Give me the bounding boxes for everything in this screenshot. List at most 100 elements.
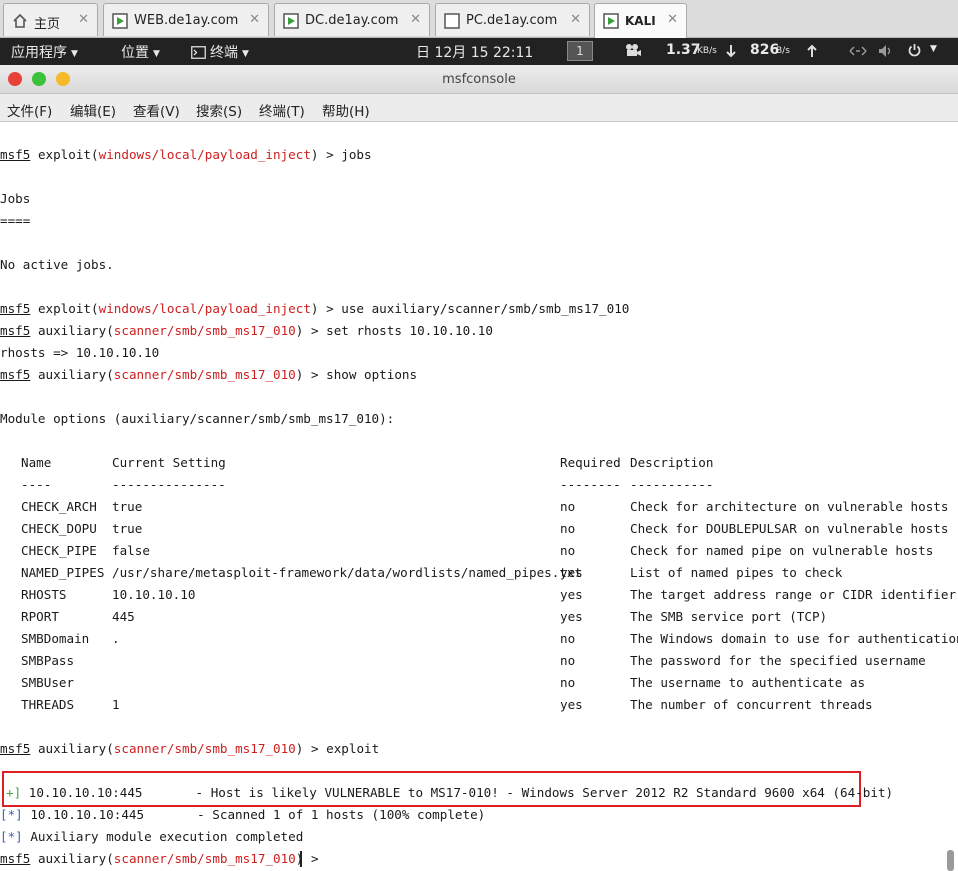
terminal-icon <box>191 46 206 59</box>
prompt-gt: > <box>303 323 327 338</box>
prompt-kind: auxiliary <box>37 851 107 866</box>
header-setting: Current Setting <box>112 455 226 470</box>
prompt-module: scanner/smb/smb_ms17_010 <box>113 741 296 756</box>
scrollbar-thumb[interactable] <box>947 850 954 871</box>
vm-tab-label: PC.de1ay.com <box>466 13 558 28</box>
menu-bar: 文件(F) 编辑(E) 查看(V) 搜索(S) 终端(T) 帮助(H) <box>0 94 958 122</box>
option-name: CHECK_DOPU <box>21 521 97 536</box>
command-text: show options <box>326 367 418 382</box>
header-description: Description <box>630 455 714 470</box>
vm-tab-home[interactable]: 主页 ✕ <box>3 3 98 36</box>
terminal-line: msf5 auxiliary(scanner/smb/smb_ms17_010)… <box>0 741 380 756</box>
home-icon <box>12 13 28 29</box>
workspace-indicator[interactable]: 1 <box>567 41 593 61</box>
vm-icon <box>444 13 460 29</box>
vm-tab-pc[interactable]: PC.de1ay.com ✕ <box>435 3 590 36</box>
prompt-kind: exploit <box>37 147 92 162</box>
option-description: List of named pipes to check <box>630 565 843 580</box>
module-options-heading: Module options (auxiliary/scanner/smb/sm… <box>0 411 395 426</box>
no-jobs-text: No active jobs. <box>0 257 114 272</box>
close-icon[interactable]: ✕ <box>570 12 581 27</box>
terminal-app-label: 终端 <box>210 45 238 61</box>
header-name: Name <box>21 455 52 470</box>
option-setting: true <box>112 521 143 536</box>
option-required: yes <box>560 609 583 624</box>
command-text: jobs <box>341 147 372 162</box>
result-vulnerable: +] 10.10.10.10:445 - Host is likely VULN… <box>6 783 893 803</box>
terminal-line: msf5 auxiliary(scanner/smb/smb_ms17_010)… <box>0 851 327 866</box>
option-required: yes <box>560 587 583 602</box>
close-icon[interactable]: ✕ <box>78 12 89 27</box>
option-description: Check for named pipe on vulnerable hosts <box>630 543 934 558</box>
camera-icon[interactable] <box>624 43 642 61</box>
power-icon[interactable] <box>907 43 922 62</box>
places-label: 位置 <box>121 45 149 61</box>
close-icon[interactable]: ✕ <box>249 12 260 27</box>
vm-tab-kali[interactable]: KALI ✕ <box>594 3 687 38</box>
result-scanned: [*] 10.10.10.10:445 - Scanned 1 of 1 hos… <box>0 805 485 825</box>
option-setting: . <box>112 631 120 646</box>
prompt-module: windows/local/payload_inject <box>98 301 311 316</box>
volume-icon[interactable] <box>878 44 894 62</box>
menu-file[interactable]: 文件(F) <box>7 100 52 120</box>
command-text: set rhosts 10.10.10.10 <box>326 323 493 338</box>
menu-help[interactable]: 帮助(H) <box>322 100 370 120</box>
prompt-msf: msf5 <box>0 741 31 756</box>
prompt-module: scanner/smb/smb_ms17_010 <box>113 323 296 338</box>
vm-tab-web[interactable]: WEB.de1ay.com ✕ <box>103 3 269 36</box>
rhosts-echo: rhosts => 10.10.10.10 <box>0 345 160 360</box>
rule-setting: --------------- <box>112 477 226 492</box>
prompt-msf: msf5 <box>0 323 31 338</box>
vm-tab-label: DC.de1ay.com <box>305 13 399 28</box>
menu-view[interactable]: 查看(V) <box>133 100 180 120</box>
prompt-kind: auxiliary <box>37 367 107 382</box>
menu-search[interactable]: 搜索(S) <box>196 100 242 120</box>
places-menu[interactable]: 位置 ▼ <box>121 42 160 62</box>
prompt-kind: auxiliary <box>37 741 107 756</box>
option-description: The target address range or CIDR identif… <box>630 587 957 602</box>
option-required: yes <box>560 697 583 712</box>
network-icon[interactable] <box>849 45 867 61</box>
menu-edit[interactable]: 编辑(E) <box>70 100 116 120</box>
window-titlebar[interactable]: msfconsole <box>0 65 958 94</box>
rule-required: -------- <box>560 477 621 492</box>
result-text: 10.10.10.10:445 - Scanned 1 of 1 hosts (… <box>22 807 486 822</box>
clock[interactable]: 日 12月 15 22:11 <box>416 42 533 62</box>
rule-name: ---- <box>21 477 52 492</box>
terminal-line: msf5 auxiliary(scanner/smb/smb_ms17_010)… <box>0 323 493 338</box>
prompt-kind: exploit <box>37 301 92 316</box>
menu-terminal[interactable]: 终端(T) <box>259 100 305 120</box>
net-up-value: 826 <box>750 42 780 58</box>
close-icon[interactable]: ✕ <box>410 12 421 27</box>
result-text: 10.10.10.10:445 - Host is likely VULNERA… <box>21 785 894 800</box>
terminal-app-menu[interactable]: 终端 ▼ <box>191 42 249 62</box>
option-name: NAMED_PIPES <box>21 565 105 580</box>
vm-tab-dc[interactable]: DC.de1ay.com ✕ <box>274 3 430 36</box>
applications-label: 应用程序 <box>11 45 67 61</box>
option-required: no <box>560 631 576 646</box>
command-text: use auxiliary/scanner/smb/smb_ms17_010 <box>341 301 630 316</box>
option-name: CHECK_PIPE <box>21 543 97 558</box>
terminal-line: msf5 exploit(windows/local/payload_injec… <box>0 301 630 316</box>
vm-tab-bar: 主页 ✕ WEB.de1ay.com ✕ DC.de1ay.com ✕ PC.d… <box>0 0 958 38</box>
prompt-gt: > <box>303 851 327 866</box>
prompt-gt: > <box>303 367 327 382</box>
chevron-down-icon[interactable]: ▼ <box>930 44 937 54</box>
option-name: SMBDomain <box>21 631 90 646</box>
vm-icon <box>603 13 619 29</box>
text-cursor <box>300 851 302 867</box>
terminal-line: msf5 auxiliary(scanner/smb/smb_ms17_010)… <box>0 367 418 382</box>
net-down-value: 1.37 <box>666 42 701 58</box>
terminal-output[interactable]: msf5 exploit(windows/local/payload_injec… <box>0 122 958 871</box>
applications-menu[interactable]: 应用程序 ▼ <box>11 42 78 62</box>
close-icon[interactable]: ✕ <box>667 12 678 27</box>
prompt-msf: msf5 <box>0 367 31 382</box>
option-required: no <box>560 653 576 668</box>
jobs-rule: ==== <box>0 213 31 228</box>
option-required: no <box>560 543 576 558</box>
vm-tab-label: WEB.de1ay.com <box>134 13 239 28</box>
vm-icon <box>283 13 299 29</box>
option-description: The SMB service port (TCP) <box>630 609 828 624</box>
chevron-down-icon: ▼ <box>153 49 160 59</box>
vm-tab-label: 主页 <box>34 17 61 32</box>
